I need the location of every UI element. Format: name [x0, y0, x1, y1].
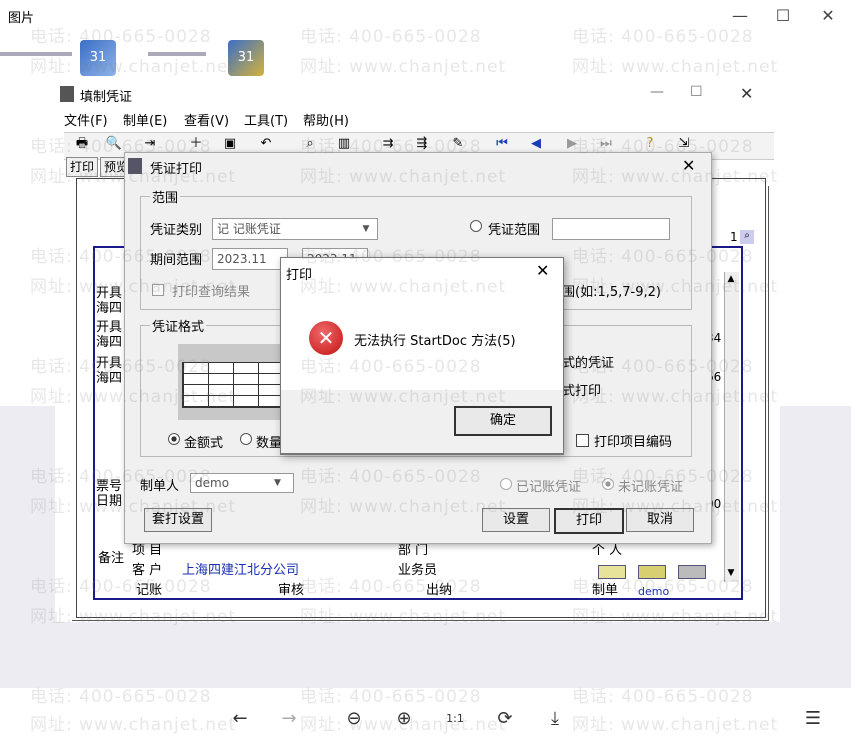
watermark-text: 电话: 400-665-0028: [30, 247, 212, 267]
chevron-down-icon[interactable]: ▼: [358, 219, 374, 239]
watermark-text: 电话: 400-665-0028: [572, 687, 754, 707]
person-label: 个 人: [592, 543, 623, 558]
watermark-text: 电话: 400-665-0028: [30, 137, 212, 157]
watermark-text: 网址: www.chanjet.net: [300, 277, 507, 297]
back-arrow-icon[interactable]: ←: [227, 706, 253, 732]
ocr-text-icon[interactable]: ☰: [800, 706, 826, 732]
ok-button[interactable]: 确定: [454, 406, 552, 436]
menu-tools[interactable]: 工具(T): [244, 110, 288, 129]
watermark-text: 电话: 400-665-0028: [300, 357, 482, 377]
app-title: 填制凭证: [80, 90, 133, 105]
watermark-text: 网址: www.chanjet.net: [30, 607, 237, 627]
watermark-text: 电话: 400-665-0028: [572, 467, 754, 487]
department-label: 部 门: [398, 543, 429, 558]
voucher-range-field[interactable]: [552, 218, 670, 240]
amount-format-radio[interactable]: [168, 433, 180, 449]
rotate-icon[interactable]: ⟳: [492, 706, 518, 732]
previous-icon[interactable]: ◀: [526, 135, 546, 153]
watermark-text: 网址: www.chanjet.net: [30, 277, 237, 297]
watermark-text: 网址: www.chanjet.net: [30, 497, 237, 517]
watermark-text: 网址: www.chanjet.net: [30, 167, 237, 187]
watermark-text: 电话: 400-665-0028: [300, 687, 482, 707]
voucher-row-label: 开具 海四: [96, 320, 123, 350]
watermark-text: 电话: 400-665-0028: [572, 247, 754, 267]
watermark-text: 网址: www.chanjet.net: [572, 57, 779, 77]
amount-format-label: 金额式: [184, 436, 224, 451]
error-message: 无法执行 StartDoc 方法(5): [354, 334, 516, 349]
menu-make[interactable]: 制单(E): [123, 110, 167, 129]
quantity-format-radio[interactable]: [240, 433, 252, 449]
voucher-type-select[interactable]: 记 记账凭证: [212, 218, 378, 240]
watermark-text: 网址: www.chanjet.net: [572, 167, 779, 187]
remarks-label: 备注: [98, 551, 125, 566]
undo-icon[interactable]: ↶: [256, 135, 276, 153]
watermark-text: 网址: www.chanjet.net: [30, 715, 237, 735]
watermark-text: 网址: www.chanjet.net: [572, 277, 779, 297]
range-group-label: 范围: [150, 187, 181, 206]
voucher-range-label: 凭证范围: [488, 223, 541, 238]
watermark-text: 网址: www.chanjet.net: [572, 607, 779, 627]
watermark-text: 电话: 400-665-0028: [572, 137, 754, 157]
watermark-text: 电话: 400-665-0028: [30, 577, 212, 597]
close-icon[interactable]: ✕: [813, 4, 843, 28]
error-icon: ✕: [309, 321, 343, 355]
first-icon[interactable]: ⏮: [492, 135, 512, 153]
menu-file[interactable]: 文件(F): [64, 110, 108, 129]
forward-arrow-icon[interactable]: →: [276, 706, 302, 732]
maximize-icon[interactable]: ☐: [768, 4, 798, 28]
watermark-text: 网址: www.chanjet.net: [300, 497, 507, 517]
voucher-scrollbar[interactable]: [724, 272, 739, 582]
download-icon[interactable]: ⤓: [542, 706, 568, 732]
save-icon[interactable]: ▣: [220, 135, 240, 153]
zoom-out-icon[interactable]: ⊖: [341, 706, 367, 732]
watermark-text: 网址: www.chanjet.net: [300, 387, 507, 407]
watermark-text: 网址: www.chanjet.net: [300, 167, 507, 187]
app-close-icon[interactable]: ✕: [740, 84, 753, 103]
watermark-text: 网址: www.chanjet.net: [572, 497, 779, 517]
app-minimize-icon[interactable]: —: [650, 84, 664, 100]
watermark-text: 网址: www.chanjet.net: [300, 57, 507, 77]
menu-help[interactable]: 帮助(H): [303, 110, 349, 129]
watermark-text: 电话: 400-665-0028: [572, 577, 754, 597]
error-dialog-close-icon[interactable]: ✕: [536, 261, 549, 280]
zoom-in-icon[interactable]: ⊕: [391, 706, 417, 732]
watermark-text: 网址: www.chanjet.net: [300, 607, 507, 627]
quantity-format-label: 数量: [256, 436, 283, 451]
watermark-text: 电话: 400-665-0028: [300, 247, 482, 267]
watermark-text: 网址: www.chanjet.net: [30, 57, 237, 77]
voucher-range-radio[interactable]: [470, 220, 482, 236]
print-item-code-label: 打印项目编码: [594, 435, 673, 450]
actual-size-icon[interactable]: 1:1: [442, 706, 468, 732]
print-item-code-checkbox[interactable]: [576, 434, 589, 447]
period-from-field[interactable]: 2023.11: [212, 248, 288, 270]
watermark-text: 电话: 400-665-0028: [30, 687, 212, 707]
voucher-type-label: 凭证类别: [150, 223, 203, 238]
watermark-text: 电话: 400-665-0028: [572, 357, 754, 377]
watermark-text: 网址: www.chanjet.net: [572, 715, 779, 735]
menu-view[interactable]: 查看(V): [184, 110, 229, 129]
watermark-text: 网址: www.chanjet.net: [30, 387, 237, 407]
watermark-text: 电话: 400-665-0028: [30, 467, 212, 487]
watermark-text: 电话: 400-665-0028: [300, 577, 482, 597]
chevron-down-icon[interactable]: ▼: [274, 474, 288, 492]
format-group-label: 凭证格式: [150, 316, 207, 335]
watermark-text: 电话: 400-665-0028: [30, 357, 212, 377]
app-icon: [60, 86, 74, 102]
watermark-text: 电话: 400-665-0028: [300, 137, 482, 157]
watermark-text: 电话: 400-665-0028: [300, 467, 482, 487]
item-label: 项 目: [132, 543, 163, 558]
app-maximize-icon[interactable]: ☐: [690, 84, 703, 100]
watermark-text: 电话: 400-665-0028: [572, 27, 754, 47]
watermark-text: 电话: 400-665-0028: [300, 27, 482, 47]
watermark-text: 网址: www.chanjet.net: [572, 387, 779, 407]
watermark-text: 电话: 400-665-0028: [30, 27, 212, 47]
